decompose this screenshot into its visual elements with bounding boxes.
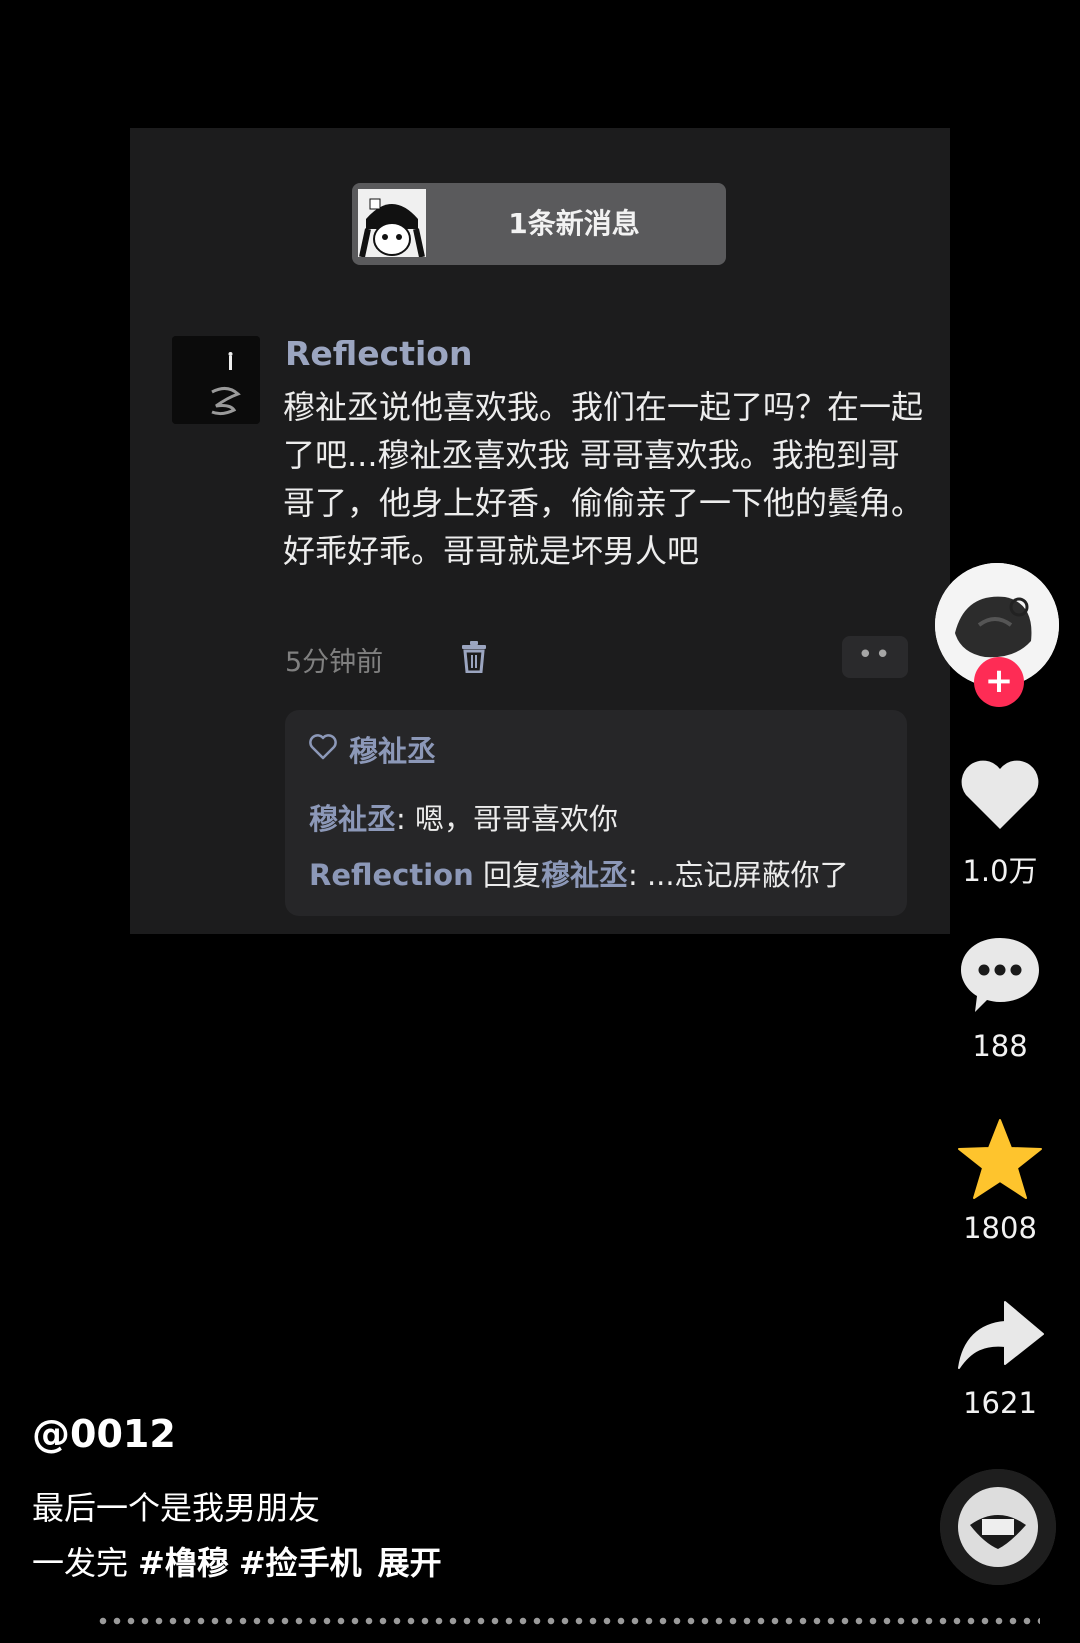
hashtag[interactable]: #橹穆 <box>138 1544 229 1582</box>
notice-avatar <box>358 189 426 257</box>
reply-author[interactable]: Reflection <box>309 858 474 892</box>
reply-text: ...忘记屏蔽你了 <box>646 858 849 892</box>
music-disc[interactable] <box>940 1469 1056 1585</box>
reply-verb: 回复 <box>473 858 541 892</box>
post-caption: 最后一个是我男朋友 <box>32 1489 321 1527</box>
comment-avatar <box>172 336 260 424</box>
reply-line: 穆祉丞: 嗯，哥哥喜欢你 <box>309 796 618 838</box>
comment-bubble-icon[interactable] <box>957 934 1043 1016</box>
comment-count: 188 <box>972 1029 1028 1063</box>
liked-by-name[interactable]: 穆祉丞 <box>349 728 436 770</box>
heart-outline-icon <box>309 734 337 760</box>
like-count: 1.0万 <box>962 854 1038 888</box>
favorite-star-icon[interactable] <box>956 1118 1044 1202</box>
comment-username[interactable]: Reflection <box>285 334 472 373</box>
screenshot-card: 1条新消息 Reflection 穆祉丞说他喜欢我。我们在一起了吗？在一起了吧.… <box>130 128 950 934</box>
more-options-button[interactable]: •• <box>842 636 908 678</box>
reply-author[interactable]: 穆祉丞 <box>309 802 396 836</box>
reply-target[interactable]: 穆祉丞 <box>541 858 628 892</box>
video-progress-bar[interactable] <box>96 1617 1040 1625</box>
reply-text: 嗯，哥哥喜欢你 <box>415 802 619 836</box>
caption-text: 一发完 <box>32 1544 129 1582</box>
reply-line: Reflection 回复穆祉丞: ...忘记屏蔽你了 <box>309 852 849 894</box>
favorite-count: 1808 <box>963 1211 1037 1245</box>
share-count: 1621 <box>963 1386 1037 1420</box>
reply-separator: : <box>396 802 416 836</box>
new-message-banner: 1条新消息 <box>352 183 726 265</box>
hashtag[interactable]: #捡手机 <box>239 1544 362 1582</box>
author-handle[interactable]: @0012 <box>32 1412 176 1456</box>
expand-button[interactable]: 展开 <box>378 1544 442 1582</box>
like-heart-icon[interactable] <box>958 757 1042 833</box>
share-arrow-icon[interactable] <box>955 1298 1045 1370</box>
post-caption-line2: 一发完 #橹穆 #捡手机 展开 <box>32 1538 442 1584</box>
trash-icon[interactable] <box>461 641 487 674</box>
comment-text: 穆祉丞说他喜欢我。我们在一起了吗？在一起了吧...穆祉丞喜欢我 哥哥喜欢我。我抱… <box>283 388 924 570</box>
comment-time: 5分钟前 <box>285 647 384 678</box>
reply-separator: : <box>627 858 647 892</box>
reply-box: 穆祉丞 穆祉丞: 嗯，哥哥喜欢你 Reflection 回复穆祉丞: ...忘记… <box>285 710 907 916</box>
new-message-label: 1条新消息 <box>508 207 640 240</box>
follow-button[interactable]: + <box>974 657 1024 707</box>
